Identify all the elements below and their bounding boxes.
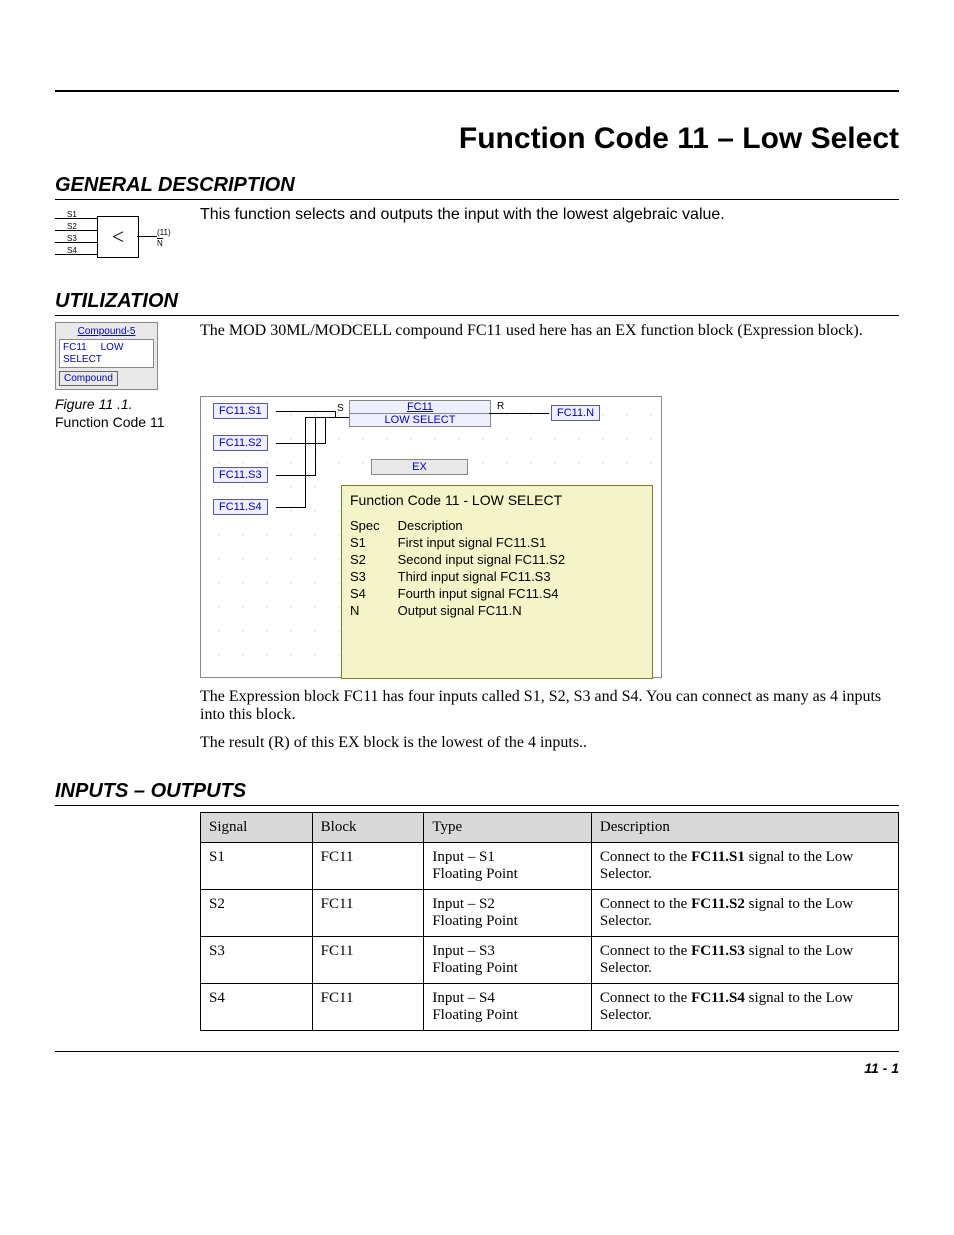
- diagram-panel-title: Function Code 11 - LOW SELECT: [350, 492, 644, 508]
- less-than-icon: <: [97, 216, 139, 258]
- diagram-ex-label: EX: [371, 459, 468, 475]
- panel-desc-3: Fourth input signal FC11.S4: [398, 586, 583, 603]
- panel-spec-4: N: [350, 603, 398, 620]
- compound-button[interactable]: Compound: [59, 371, 118, 386]
- diagram-input-s2: FC11.S2: [213, 435, 268, 451]
- table-row: S1 FC11 Input – S1 Floating Point Connec…: [201, 843, 899, 890]
- io-block-2: FC11: [312, 937, 424, 984]
- io-type-2: Input – S3 Floating Point: [424, 937, 592, 984]
- general-description-text: This function selects and outputs the in…: [200, 206, 899, 224]
- io-header-block: Block: [312, 813, 424, 843]
- function-diagram: FC11.S1 FC11.S2 FC11.S3 FC11.S4 S FC11 L…: [200, 396, 662, 678]
- bottom-rule: [55, 1051, 899, 1052]
- table-row: S2 FC11 Input – S2 Floating Point Connec…: [201, 890, 899, 937]
- diagram-block-top: FC11: [350, 401, 490, 413]
- compound-line3: SELECT: [63, 354, 102, 365]
- utilization-after-1: The Expression block FC11 has four input…: [200, 688, 899, 724]
- table-row: S3 FC11 Input – S3 Floating Point Connec…: [201, 937, 899, 984]
- diagram-r-label: R: [497, 401, 504, 412]
- diagram-input-s3: FC11.S3: [213, 467, 268, 483]
- io-signal-1: S2: [201, 890, 313, 937]
- panel-desc-1: Second input signal FC11.S2: [398, 552, 583, 569]
- gd-out-code: (11): [157, 228, 171, 237]
- io-desc-0: Connect to the FC11.S1 signal to the Low…: [591, 843, 898, 890]
- section-io-heading: INPUTS – OUTPUTS: [55, 780, 899, 806]
- panel-desc-0: First input signal FC11.S1: [398, 535, 583, 552]
- io-signal-2: S3: [201, 937, 313, 984]
- utilization-text: The MOD 30ML/MODCELL compound FC11 used …: [200, 322, 899, 340]
- panel-spec-0: S1: [350, 535, 398, 552]
- page-title: Function Code 11 – Low Select: [55, 122, 899, 156]
- figure-caption-title: Figure 11 .1.: [55, 396, 190, 412]
- compound-box: Compound-5 FC11 LOW SELECT Compound: [55, 322, 158, 390]
- io-signal-3: S4: [201, 984, 313, 1031]
- compound-line2: LOW: [101, 342, 124, 353]
- figure-caption-sub: Function Code 11: [55, 414, 190, 430]
- io-desc-1: Connect to the FC11.S2 signal to the Low…: [591, 890, 898, 937]
- io-table: Signal Block Type Description S1 FC11 In…: [200, 812, 899, 1031]
- io-block-3: FC11: [312, 984, 424, 1031]
- diagram-spec-panel: Function Code 11 - LOW SELECT Spec Descr…: [341, 485, 653, 679]
- io-desc-3: Connect to the FC11.S4 signal to the Low…: [591, 984, 898, 1031]
- compound-line1: FC11: [63, 342, 87, 353]
- gd-out-n: N: [157, 238, 163, 248]
- table-row: S4 FC11 Input – S4 Floating Point Connec…: [201, 984, 899, 1031]
- panel-spec-3: S4: [350, 586, 398, 603]
- diagram-input-s1: FC11.S1: [213, 403, 268, 419]
- diagram-block-bottom: LOW SELECT: [350, 413, 490, 426]
- diagram-fc11-block: FC11 LOW SELECT: [349, 400, 491, 427]
- io-desc-2: Connect to the FC11.S3 signal to the Low…: [591, 937, 898, 984]
- io-header-desc: Description: [591, 813, 898, 843]
- utilization-after-2: The result (R) of this EX block is the l…: [200, 734, 899, 752]
- io-header-type: Type: [424, 813, 592, 843]
- io-type-1: Input – S2 Floating Point: [424, 890, 592, 937]
- section-general-heading: GENERAL DESCRIPTION: [55, 174, 899, 200]
- compound-title: Compound-5: [59, 326, 154, 337]
- diagram-s-label: S: [337, 403, 344, 414]
- panel-spec-1: S2: [350, 552, 398, 569]
- panel-spec-2: S3: [350, 569, 398, 586]
- panel-head-desc: Description: [398, 518, 583, 535]
- top-rule: [55, 90, 899, 92]
- io-signal-0: S1: [201, 843, 313, 890]
- io-header-signal: Signal: [201, 813, 313, 843]
- diagram-output-n: FC11.N: [551, 405, 600, 421]
- panel-desc-4: Output signal FC11.N: [398, 603, 583, 620]
- io-type-0: Input – S1 Floating Point: [424, 843, 592, 890]
- page-number: 11 - 1: [55, 1060, 899, 1076]
- diagram-input-s4: FC11.S4: [213, 499, 268, 515]
- io-type-3: Input – S4 Floating Point: [424, 984, 592, 1031]
- general-block-icon: S1 S2 S3 S4 < (11) N: [55, 208, 165, 272]
- io-block-0: FC11: [312, 843, 424, 890]
- panel-desc-2: Third input signal FC11.S3: [398, 569, 583, 586]
- section-utilization-heading: UTILIZATION: [55, 290, 899, 316]
- io-block-1: FC11: [312, 890, 424, 937]
- panel-head-spec: Spec: [350, 518, 398, 535]
